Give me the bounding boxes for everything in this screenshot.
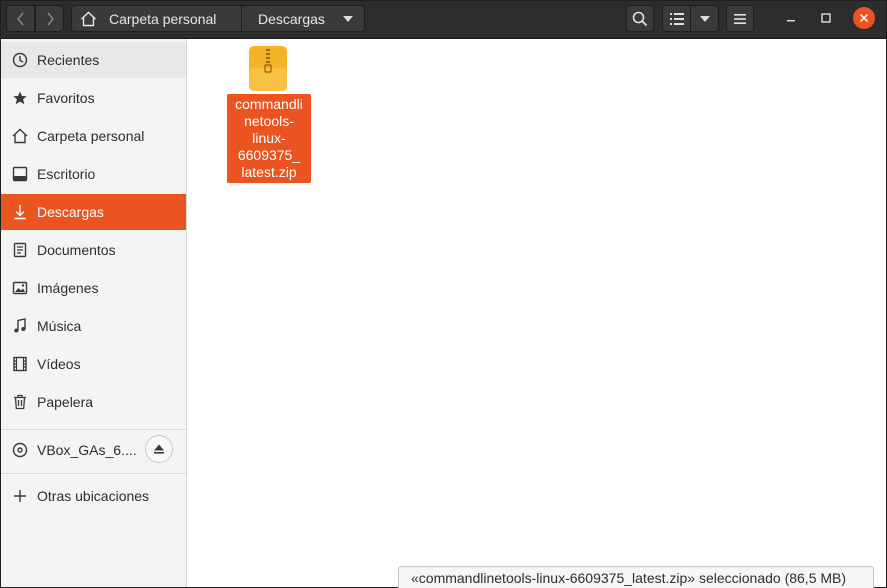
music-icon (12, 318, 28, 334)
sidebar-item-documentos[interactable]: Documentos (1, 232, 186, 268)
chevron-down-icon (699, 15, 710, 22)
selection-status: «commandlinetools-linux-6609375_latest.z… (398, 566, 874, 588)
sidebar-separator (1, 473, 186, 474)
sidebar-item-videos[interactable]: Vídeos (1, 346, 186, 382)
view-options-button[interactable] (691, 5, 719, 32)
sidebar-item-favoritos[interactable]: Favoritos (1, 80, 186, 116)
search-button[interactable] (626, 5, 654, 32)
close-button[interactable] (853, 7, 875, 29)
header-bar: Carpeta personal Descargas (1, 1, 886, 39)
sidebar-separator (1, 429, 186, 430)
sidebar-item-label: Imágenes (37, 280, 99, 296)
sidebar-item-label: Descargas (37, 204, 104, 220)
eject-icon (154, 444, 164, 454)
video-icon (12, 356, 28, 372)
zip-archive-icon (249, 46, 287, 91)
home-icon (81, 11, 96, 26)
path-current-button[interactable]: Descargas (242, 5, 365, 32)
image-icon (12, 280, 28, 296)
list-view-button[interactable] (662, 5, 691, 32)
sidebar-item-imagenes[interactable]: Imágenes (1, 270, 186, 306)
sidebar-item-escritorio[interactable]: Escritorio (1, 156, 186, 192)
sidebar-item-recientes[interactable]: Recientes (1, 42, 186, 78)
sidebar-item-carpeta-personal[interactable]: Carpeta personal (1, 118, 186, 154)
hamburger-menu-icon (734, 13, 746, 24)
plus-icon (12, 488, 28, 504)
download-icon (12, 204, 28, 220)
menu-button[interactable] (726, 5, 754, 32)
search-icon (632, 11, 648, 26)
sidebar-item-otras-ubicaciones[interactable]: Otras ubicaciones (1, 478, 186, 514)
maximize-icon (821, 13, 831, 23)
minimize-icon (787, 20, 795, 22)
sidebar-item-papelera[interactable]: Papelera (1, 384, 186, 420)
sidebar-item-label: Música (37, 318, 82, 334)
sidebar-item-label: VBox_GAs_6.... (37, 442, 137, 458)
list-view-icon (669, 12, 684, 25)
sidebar-item-label: Favoritos (37, 90, 95, 106)
path-home-label: Carpeta personal (109, 10, 217, 27)
sidebar-item-musica[interactable]: Música (1, 308, 186, 344)
sidebar-item-label: Documentos (37, 242, 116, 258)
maximize-button[interactable] (815, 7, 837, 29)
home-icon (12, 128, 28, 144)
sidebar-item-label: Papelera (37, 394, 94, 410)
sidebar: Recientes Favoritos Carpeta personal Esc… (1, 39, 187, 587)
sidebar-item-label: Carpeta personal (37, 128, 145, 144)
sidebar-item-label: Otras ubicaciones (37, 488, 150, 504)
file-view: commandli netools- linux- 6609375_ lates… (188, 39, 886, 587)
sidebar-item-descargas[interactable]: Descargas (1, 194, 186, 230)
chevron-down-icon (342, 15, 353, 22)
clock-icon (12, 52, 28, 68)
eject-button[interactable] (145, 435, 173, 463)
path-current-label: Descargas (258, 10, 325, 27)
document-icon (12, 242, 28, 258)
chevron-left-icon (16, 12, 24, 25)
trash-icon (12, 394, 28, 410)
disc-icon (12, 442, 28, 458)
sidebar-item-label: Recientes (37, 52, 100, 68)
file-name-label: commandli netools- linux- 6609375_ lates… (227, 94, 311, 183)
chevron-right-icon (46, 12, 54, 25)
sidebar-item-label: Escritorio (37, 166, 96, 182)
close-icon (859, 13, 869, 23)
back-button[interactable] (6, 5, 35, 32)
desktop-icon (12, 166, 28, 182)
path-home-button[interactable]: Carpeta personal (71, 5, 242, 32)
file-manager-window: Carpeta personal Descargas Recientes Fav… (0, 0, 887, 588)
path-bar: Carpeta personal Descargas (71, 5, 365, 32)
minimize-button[interactable] (780, 7, 802, 29)
star-icon (12, 90, 28, 106)
forward-button[interactable] (35, 5, 64, 32)
sidebar-item-label: Vídeos (37, 356, 81, 372)
